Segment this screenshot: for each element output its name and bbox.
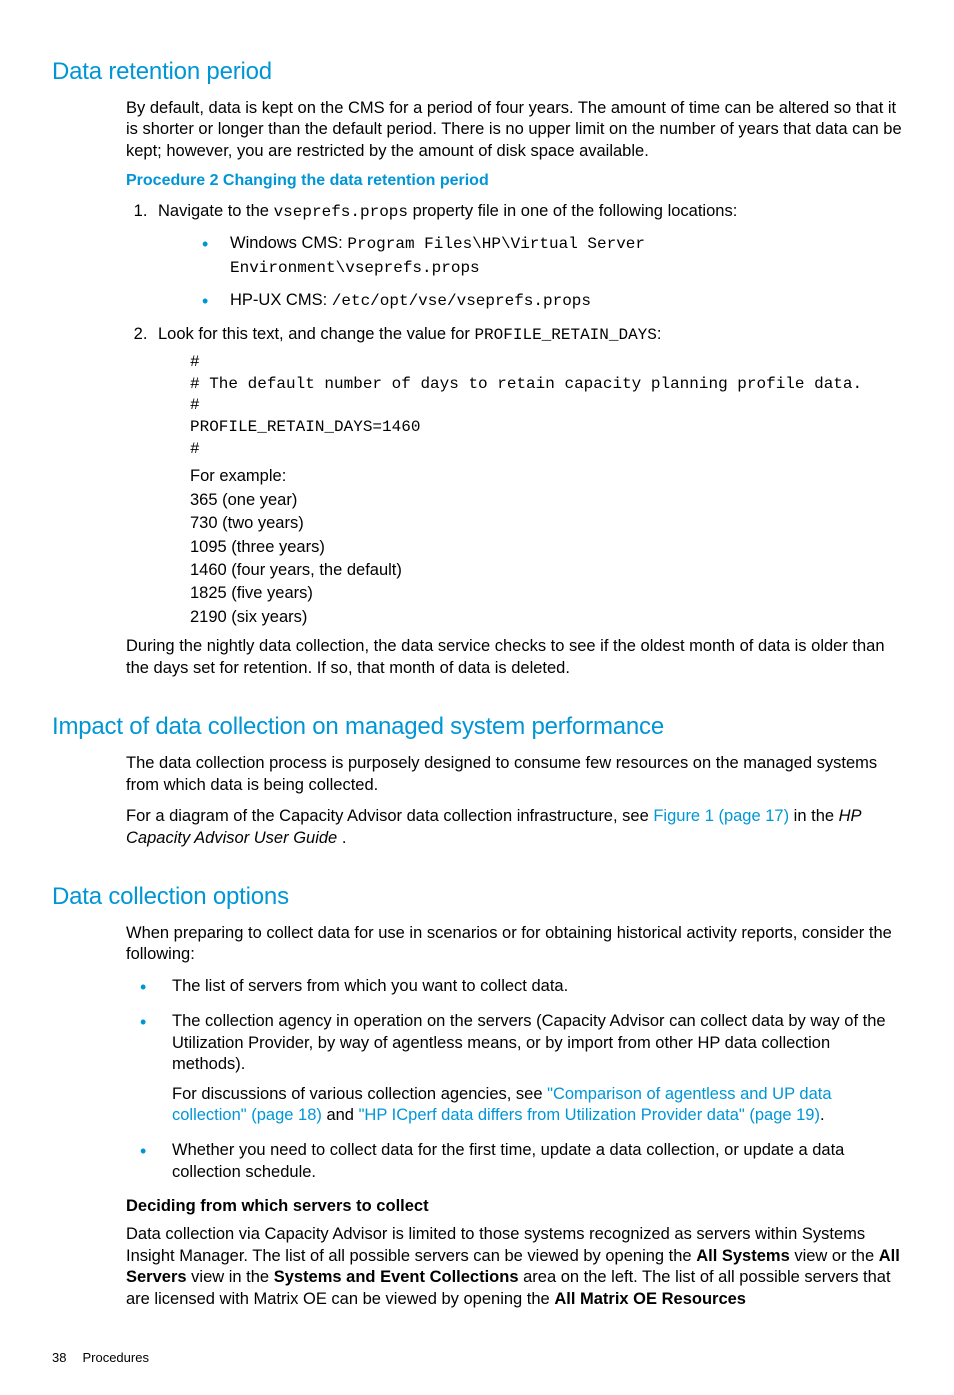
heading-options: Data collection options: [52, 883, 902, 911]
proc-step-1: Navigate to the vseprefs.props property …: [152, 200, 902, 312]
footer-section-label: Procedures: [82, 1350, 148, 1365]
option-item-1: The list of servers from which you want …: [140, 976, 902, 997]
example-line: 1460 (four years, the default): [190, 560, 902, 581]
bold-all-matrix: All Matrix OE Resources: [554, 1290, 746, 1308]
example-line: 730 (two years): [190, 513, 902, 534]
options-intro: When preparing to collect data for use i…: [126, 923, 902, 966]
opt2-sub-pre: For discussions of various collection ag…: [172, 1085, 547, 1103]
link-icperf-differs[interactable]: "HP ICperf data differs from Utilization…: [359, 1106, 820, 1124]
step2-post: :: [657, 325, 662, 343]
procedure-title: Procedure 2 Changing the data retention …: [126, 172, 902, 190]
impact-body: The data collection process is purposely…: [126, 753, 902, 849]
page-footer: 38 Procedures: [52, 1350, 902, 1365]
deciding-t2: view or the: [790, 1247, 879, 1265]
retention-intro: By default, data is kept on the CMS for …: [126, 98, 902, 162]
subhead-deciding: Deciding from which servers to collect: [126, 1197, 902, 1216]
bold-all-systems: All Systems: [696, 1247, 790, 1265]
impact-p1: The data collection process is purposely…: [126, 753, 902, 796]
procedure-list: Navigate to the vseprefs.props property …: [126, 200, 902, 628]
code-block: # # The default number of days to retain…: [190, 352, 902, 460]
opt2-sub-mid: and: [322, 1106, 359, 1124]
loc1-label: Windows CMS:: [230, 234, 347, 252]
opt2-sub-post: .: [820, 1106, 825, 1124]
option-2-subpara: For discussions of various collection ag…: [172, 1084, 902, 1127]
example-label: For example:: [190, 466, 902, 487]
example-line: 1095 (three years): [190, 537, 902, 558]
examples-block: For example: 365 (one year) 730 (two yea…: [190, 466, 902, 628]
retention-body: By default, data is kept on the CMS for …: [126, 98, 902, 679]
step1-pre: Navigate to the: [158, 202, 274, 220]
options-list: The list of servers from which you want …: [126, 976, 902, 1184]
page-number: 38: [52, 1350, 66, 1365]
proc-step-2: Look for this text, and change the value…: [152, 323, 902, 629]
option-item-2: The collection agency in operation on th…: [140, 1011, 902, 1126]
heading-impact: Impact of data collection on managed sys…: [52, 713, 902, 741]
deciding-para: Data collection via Capacity Advisor is …: [126, 1224, 902, 1310]
impact-p2-mid: in the: [789, 807, 839, 825]
step2-code: PROFILE_RETAIN_DAYS: [474, 326, 656, 344]
location-hpux: HP-UX CMS: /etc/opt/vse/vseprefs.props: [202, 289, 902, 313]
location-windows: Windows CMS: Program Files\HP\Virtual Se…: [202, 232, 902, 279]
loc2-label: HP-UX CMS:: [230, 291, 332, 309]
option-2-text: The collection agency in operation on th…: [172, 1012, 886, 1073]
location-list: Windows CMS: Program Files\HP\Virtual Se…: [158, 232, 902, 313]
loc2-code: /etc/opt/vse/vseprefs.props: [332, 292, 591, 310]
page: Data retention period By default, data i…: [0, 0, 954, 1395]
option-item-3: Whether you need to collect data for the…: [140, 1140, 902, 1183]
step1-code: vseprefs.props: [274, 203, 408, 221]
heading-data-retention: Data retention period: [52, 58, 902, 86]
example-line: 1825 (five years): [190, 583, 902, 604]
step1-post: property file in one of the following lo…: [408, 202, 737, 220]
options-body: When preparing to collect data for use i…: [126, 923, 902, 1310]
impact-p2-pre: For a diagram of the Capacity Advisor da…: [126, 807, 653, 825]
link-figure-1[interactable]: Figure 1 (page 17): [653, 807, 789, 825]
impact-p2-post: .: [337, 829, 346, 847]
example-line: 365 (one year): [190, 490, 902, 511]
example-line: 2190 (six years): [190, 607, 902, 628]
impact-p2: For a diagram of the Capacity Advisor da…: [126, 806, 902, 849]
step2-pre: Look for this text, and change the value…: [158, 325, 474, 343]
retention-trailing: During the nightly data collection, the …: [126, 636, 902, 679]
